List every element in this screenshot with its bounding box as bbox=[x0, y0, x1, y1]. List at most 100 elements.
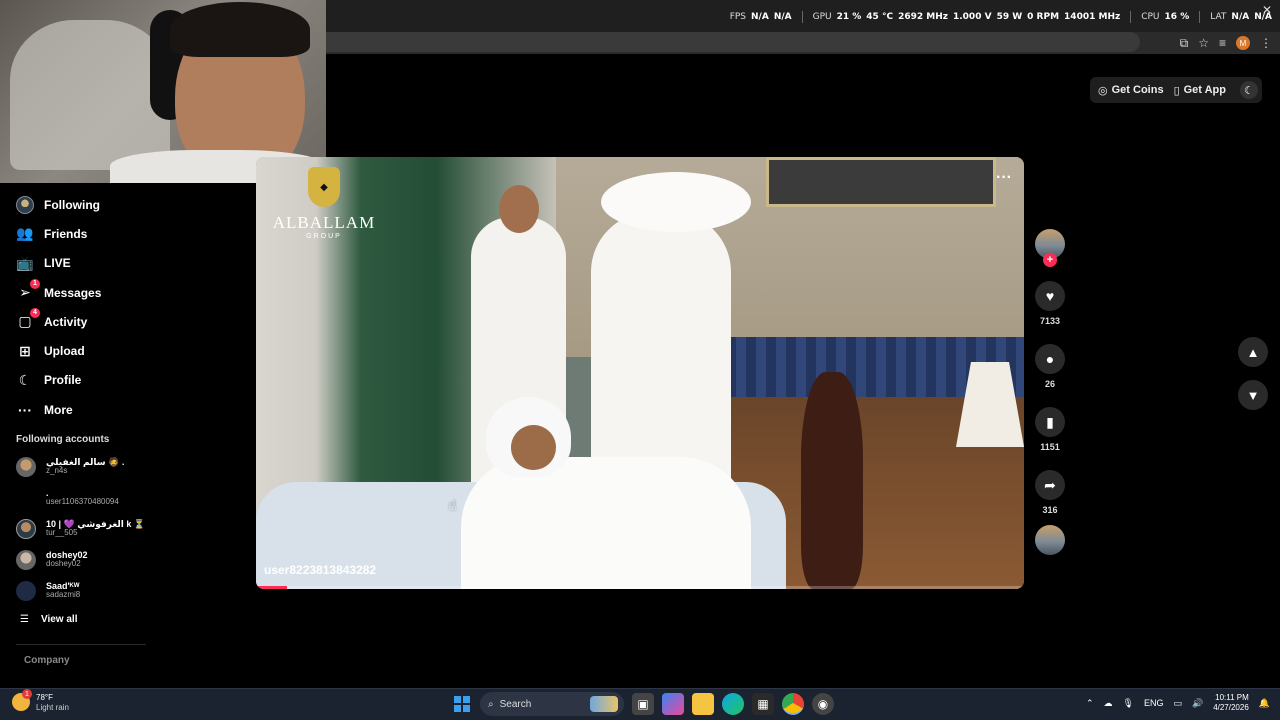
weather-temperature: 78°F bbox=[36, 693, 53, 702]
video-more-options-icon[interactable]: ··· bbox=[996, 169, 1012, 187]
account-item[interactable]: Saad'ᴷᵂ sadazmi8 bbox=[0, 575, 150, 606]
gpu-label: GPU bbox=[812, 12, 832, 22]
next-video-button[interactable]: ▼ bbox=[1238, 380, 1268, 410]
get-coins-button[interactable]: ◎ Get Coins bbox=[1098, 84, 1164, 97]
browser-toolbar: ⧉ ☆ ≡ M ⋮ bbox=[1180, 34, 1272, 52]
avatar bbox=[16, 488, 36, 508]
company-link[interactable]: Company bbox=[0, 655, 150, 666]
dark-mode-toggle-icon[interactable]: ☾ bbox=[1240, 81, 1258, 99]
video-person-headdress bbox=[601, 172, 751, 232]
video-player[interactable]: ◆ ALBALLAM GROUP ··· ☝ user8223813843282 bbox=[256, 157, 1024, 589]
video-author-username[interactable]: user8223813843282 bbox=[264, 563, 376, 577]
fps-value-2: N/A bbox=[773, 12, 792, 22]
phone-icon: ▯ bbox=[1173, 84, 1180, 97]
sidebar-item-label: LIVE bbox=[44, 256, 71, 271]
notification-bell-icon[interactable]: 🔔 bbox=[1259, 698, 1270, 709]
volume-icon[interactable]: 🔊 bbox=[1192, 698, 1203, 709]
sidebar-item-label: More bbox=[44, 402, 73, 417]
sidebar-item-profile[interactable]: ☾ Profile bbox=[0, 366, 150, 395]
browser-menu-icon[interactable]: ⋮ bbox=[1260, 36, 1272, 50]
sidebar-item-label: Activity bbox=[44, 314, 88, 329]
save-button[interactable]: ▮ bbox=[1035, 407, 1065, 437]
bookmark-star-icon[interactable]: ☆ bbox=[1198, 36, 1209, 50]
sidebar-item-following[interactable]: Following bbox=[0, 190, 150, 219]
url-field[interactable] bbox=[326, 32, 1140, 52]
edge-browser-icon[interactable] bbox=[722, 693, 744, 715]
share-count: 316 bbox=[1042, 505, 1058, 515]
hud-divider bbox=[1130, 11, 1132, 23]
sidebar-item-activity[interactable]: ▢ 4 Activity bbox=[0, 307, 150, 336]
heart-icon: ♥ bbox=[1045, 288, 1055, 304]
messages-icon: ➢ 1 bbox=[16, 278, 40, 302]
obs-icon[interactable]: ◉ bbox=[812, 693, 834, 715]
taskbar-clock[interactable]: 10:11 PM 4/27/2026 bbox=[1213, 693, 1249, 713]
save-count: 1151 bbox=[1040, 442, 1060, 452]
sidebar-item-messages[interactable]: ➢ 1 Messages bbox=[0, 278, 150, 307]
sidebar-item-more[interactable]: ··· More bbox=[0, 395, 150, 424]
more-dots-icon: ··· bbox=[18, 401, 32, 418]
close-window-icon[interactable]: ✕ bbox=[1262, 3, 1272, 17]
taskbar-search[interactable]: ⌕ Search bbox=[480, 692, 624, 716]
video-progress-bar[interactable] bbox=[256, 586, 1024, 589]
previous-video-button[interactable]: ▲ bbox=[1238, 337, 1268, 367]
video-person-head bbox=[499, 185, 539, 233]
video-scene-vase bbox=[801, 372, 863, 589]
weather-widget[interactable]: 1 78°F Light rain bbox=[12, 689, 69, 712]
onedrive-cloud-icon[interactable]: ☁ bbox=[1104, 698, 1113, 709]
media-controls-icon[interactable]: ≡ bbox=[1219, 36, 1226, 50]
account-item[interactable]: سالم الغفيلي 🧔 . z_n4s bbox=[0, 451, 150, 482]
file-explorer-icon[interactable] bbox=[692, 693, 714, 715]
bookmark-icon: ▮ bbox=[1046, 413, 1054, 430]
header-actions: ◎ Get Coins ▯ Get App ☾ bbox=[1090, 77, 1262, 103]
cast-icon[interactable]: ⧉ bbox=[1180, 36, 1189, 51]
hud-divider bbox=[801, 11, 803, 23]
view-all-button[interactable]: ☰ View all bbox=[0, 606, 150, 632]
store-icon[interactable]: ▦ bbox=[752, 693, 774, 715]
weather-badge: 1 bbox=[22, 689, 32, 700]
sidebar-item-friends[interactable]: 👥 Friends bbox=[0, 219, 150, 248]
avatar bbox=[16, 580, 36, 601]
account-id: doshey02 bbox=[46, 559, 81, 569]
sidebar-item-upload[interactable]: ⊞ Upload bbox=[0, 336, 150, 365]
clock-time: 10:11 PM bbox=[1215, 693, 1249, 702]
gpu-power: 59 W bbox=[996, 12, 1023, 22]
follow-plus-icon[interactable]: + bbox=[1043, 253, 1057, 267]
video-person-seated-face bbox=[511, 425, 556, 470]
network-icon[interactable]: ▭ bbox=[1173, 698, 1182, 709]
sound-avatar[interactable] bbox=[1035, 525, 1065, 555]
comment-count: 26 bbox=[1044, 379, 1055, 389]
share-button[interactable]: ➦ bbox=[1035, 470, 1065, 500]
chrome-icon[interactable] bbox=[782, 693, 804, 715]
account-item[interactable]: 10 | 💜 الغرفوشي k ⏳ tur__505 bbox=[0, 513, 150, 544]
action-rail: + ♥ 7133 ● 26 ▮ 1151 ➦ 316 bbox=[1034, 229, 1066, 555]
fps-label: FPS bbox=[729, 12, 747, 22]
video-scene-painting bbox=[766, 157, 996, 207]
language-indicator[interactable]: ENG bbox=[1144, 698, 1164, 708]
gpu-clock: 2692 MHz bbox=[898, 12, 948, 22]
browser-profile-avatar[interactable]: M bbox=[1236, 36, 1250, 50]
sidebar-item-label: Messages bbox=[44, 285, 102, 300]
get-app-button[interactable]: ▯ Get App bbox=[1174, 84, 1226, 97]
copilot-icon[interactable] bbox=[662, 693, 684, 715]
sidebar-item-live[interactable]: 📺 LIVE bbox=[0, 249, 150, 278]
creator-avatar[interactable]: + bbox=[1035, 229, 1065, 267]
comment-icon: ● bbox=[1045, 351, 1055, 367]
activity-icon: ▢ 4 bbox=[16, 307, 40, 331]
microphone-icon[interactable]: 🎙 bbox=[1123, 698, 1134, 709]
search-highlight-image bbox=[590, 696, 618, 712]
taskbar-apps: ⌕ Search ▣ ▦ ◉ bbox=[452, 692, 834, 716]
like-button[interactable]: ♥ bbox=[1035, 281, 1065, 311]
chevron-up-icon: ▲ bbox=[1246, 344, 1260, 360]
account-item[interactable]: . user1106370480094 bbox=[0, 482, 150, 513]
sidebar-item-label: Profile bbox=[44, 373, 82, 388]
windows-start-icon[interactable] bbox=[452, 694, 472, 714]
system-tray: ⌃ ☁ 🎙 ENG ▭ 🔊 10:11 PM 4/27/2026 🔔 bbox=[1086, 693, 1270, 713]
task-view-icon[interactable]: ▣ bbox=[632, 693, 654, 715]
tray-overflow-chevron-icon[interactable]: ⌃ bbox=[1086, 698, 1094, 709]
comment-button[interactable]: ● bbox=[1035, 344, 1065, 374]
account-item[interactable]: doshey02 doshey02 bbox=[0, 544, 150, 575]
weather-condition: Light rain bbox=[36, 702, 69, 712]
following-accounts-title: Following accounts bbox=[16, 434, 110, 446]
gpu-mem: 14001 MHz bbox=[1064, 12, 1121, 22]
logo-mask-icon: ◆ bbox=[308, 167, 340, 207]
